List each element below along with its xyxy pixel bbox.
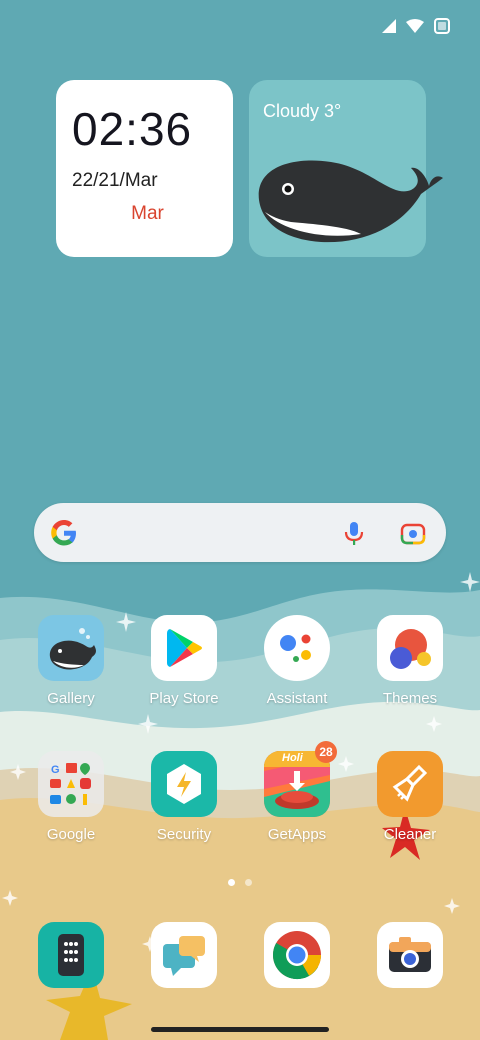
- wifi-icon: [406, 19, 424, 38]
- dock-app-drawer[interactable]: [21, 922, 121, 988]
- holi-banner: Holi: [282, 752, 303, 764]
- page-indicator: [228, 879, 252, 886]
- weather-widget[interactable]: Cloudy 3°: [249, 80, 443, 257]
- home-screen: 02:36 22/21/Mar Mar Cloudy 3° Gallery Pl…: [0, 0, 480, 1040]
- signal-icon: [382, 19, 396, 38]
- clock-date: 22/21/Mar: [72, 170, 158, 191]
- app-cleaner[interactable]: Cleaner: [360, 751, 460, 843]
- clock-time: 02:36: [72, 103, 193, 155]
- app-security[interactable]: Security: [134, 751, 234, 843]
- app-drawer-icon: [38, 922, 104, 988]
- app-themes[interactable]: Themes: [360, 615, 460, 707]
- svg-text:G: G: [51, 764, 60, 776]
- app-play-store[interactable]: Play Store: [134, 615, 234, 707]
- weather-condition: Cloudy 3°: [263, 101, 342, 121]
- dock-chrome[interactable]: [247, 922, 347, 988]
- page-dot-active: [228, 879, 235, 886]
- app-label: Cleaner: [383, 826, 437, 843]
- status-bar: [382, 18, 450, 39]
- app-google-folder[interactable]: G Google: [21, 751, 121, 843]
- app-label: Play Store: [149, 690, 219, 707]
- play-store-icon: [151, 615, 217, 681]
- assistant-icon: [264, 615, 330, 681]
- app-label: Assistant: [266, 690, 328, 707]
- google-g-icon: [49, 518, 79, 553]
- battery-icon: [434, 18, 450, 39]
- app-getapps[interactable]: 28 Holi GetApps: [247, 741, 347, 843]
- app-label: Themes: [382, 690, 438, 707]
- app-assistant[interactable]: Assistant: [247, 615, 347, 707]
- whale-gallery-icon: [38, 615, 104, 681]
- lens-camera-icon[interactable]: [400, 521, 426, 550]
- themes-icon: [377, 615, 443, 681]
- app-label: Google: [46, 826, 96, 843]
- notification-badge: 28: [315, 741, 337, 763]
- microphone-icon[interactable]: [340, 519, 368, 552]
- messages-icon: [151, 922, 217, 988]
- google-search-bar[interactable]: [34, 503, 446, 562]
- app-label: GetApps: [267, 826, 327, 843]
- home-gesture-bar[interactable]: [151, 1027, 329, 1032]
- security-bolt-icon: [151, 751, 217, 817]
- app-gallery[interactable]: Gallery: [21, 615, 121, 707]
- camera-icon: [377, 922, 443, 988]
- whale-illustration: [258, 160, 443, 243]
- chrome-icon: [264, 922, 330, 988]
- app-label: Gallery: [47, 690, 95, 707]
- clock-widget[interactable]: 02:36 22/21/Mar Mar: [56, 80, 233, 257]
- dock-camera[interactable]: [360, 922, 460, 988]
- cleaner-broom-icon: [377, 751, 443, 817]
- dock-messages[interactable]: [134, 922, 234, 988]
- clock-lunar-date: Mar: [131, 203, 164, 224]
- page-dot: [245, 879, 252, 886]
- google-folder-icon: G: [38, 751, 104, 817]
- app-label: Security: [156, 826, 212, 843]
